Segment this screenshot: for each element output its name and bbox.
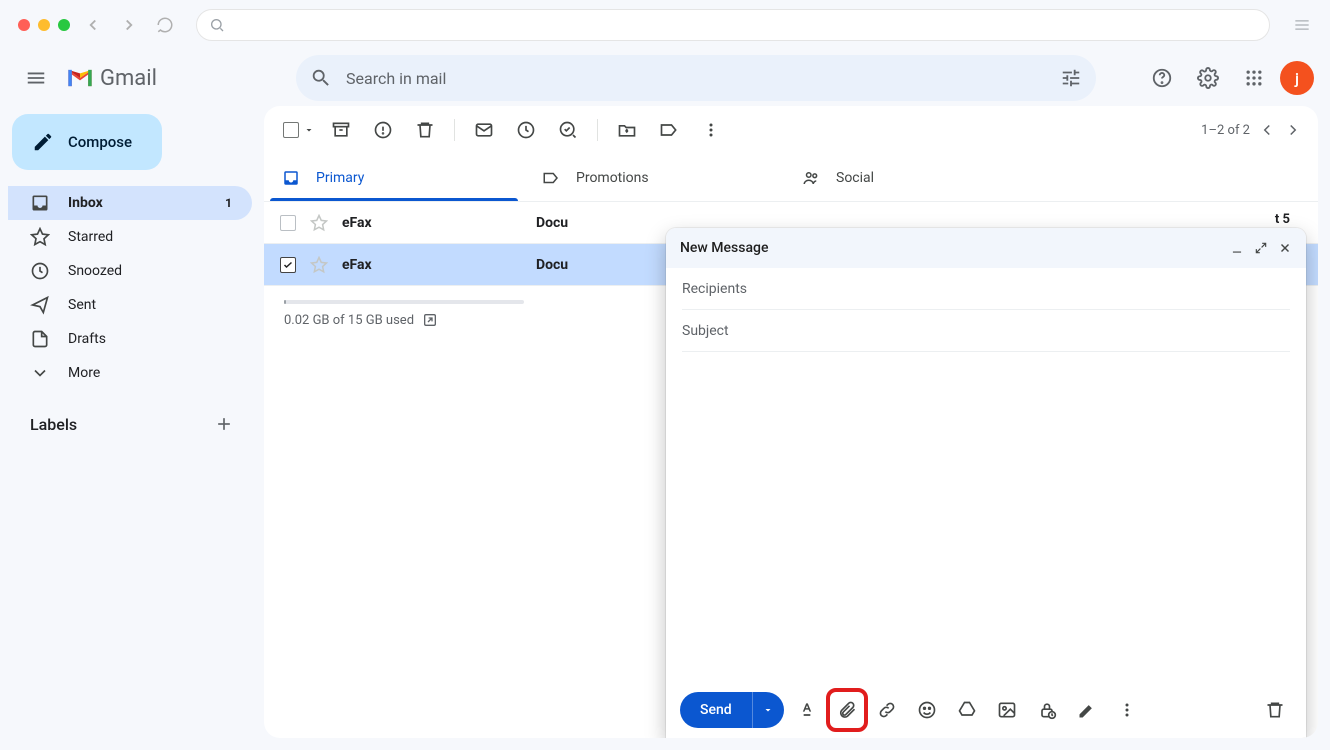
- address-bar[interactable]: [196, 9, 1270, 41]
- search-input[interactable]: Search in mail: [296, 55, 1096, 101]
- delete-button[interactable]: [406, 111, 444, 149]
- sidebar-item-drafts[interactable]: Drafts: [8, 322, 252, 356]
- prev-page-button[interactable]: [1258, 121, 1276, 139]
- forward-button[interactable]: [116, 16, 142, 34]
- main-menu-button[interactable]: [16, 58, 56, 98]
- compose-label: Compose: [68, 133, 132, 151]
- insert-drive-button[interactable]: [950, 693, 984, 727]
- storage-bar: [284, 300, 524, 304]
- insert-signature-button[interactable]: [1070, 693, 1104, 727]
- compose-button[interactable]: Compose: [12, 114, 162, 170]
- labels-button[interactable]: [650, 111, 688, 149]
- chevron-down-icon: [30, 363, 50, 383]
- compose-body[interactable]: [666, 352, 1306, 682]
- avatar[interactable]: j: [1280, 61, 1314, 95]
- confidential-mode-button[interactable]: [1030, 693, 1064, 727]
- star-icon[interactable]: [310, 214, 328, 232]
- logo[interactable]: Gmail: [66, 66, 286, 91]
- help-button[interactable]: [1142, 58, 1182, 98]
- search-icon: [310, 67, 332, 89]
- add-label-button[interactable]: [214, 414, 234, 434]
- gmail-logo-icon: [66, 67, 94, 89]
- mark-unread-button[interactable]: [465, 111, 503, 149]
- sidebar-item-inbox[interactable]: Inbox 1: [8, 186, 252, 220]
- more-actions-button[interactable]: [692, 111, 730, 149]
- send-options-button[interactable]: [752, 692, 784, 728]
- sidebar-item-starred[interactable]: Starred: [8, 220, 252, 254]
- sender: eFax: [342, 257, 522, 273]
- compose-window: New Message Recipients Subject Send: [666, 228, 1306, 738]
- fullscreen-icon[interactable]: [1254, 241, 1268, 255]
- send-icon: [30, 295, 50, 315]
- archive-button[interactable]: [322, 111, 360, 149]
- sidebar-item-sent[interactable]: Sent: [8, 288, 252, 322]
- subject-field[interactable]: Subject: [682, 310, 1290, 352]
- insert-link-button[interactable]: [870, 693, 904, 727]
- close-window-icon[interactable]: [18, 19, 30, 31]
- apps-button[interactable]: [1234, 58, 1274, 98]
- move-to-button[interactable]: [608, 111, 646, 149]
- inbox-icon: [30, 193, 50, 213]
- close-icon[interactable]: [1278, 241, 1292, 255]
- star-icon: [30, 227, 50, 247]
- inbox-icon: [282, 169, 300, 187]
- search-options-icon[interactable]: [1060, 67, 1082, 89]
- people-icon: [802, 169, 820, 187]
- labels-heading: Labels: [8, 390, 252, 434]
- discard-draft-button[interactable]: [1258, 693, 1292, 727]
- toolbar: 1–2 of 2: [264, 106, 1318, 154]
- app-header: Gmail Search in mail j: [0, 50, 1330, 106]
- app-name: Gmail: [100, 66, 157, 91]
- minimize-icon[interactable]: [1230, 241, 1244, 255]
- next-page-button[interactable]: [1284, 121, 1302, 139]
- clock-icon: [30, 261, 50, 281]
- settings-button[interactable]: [1188, 58, 1228, 98]
- page-range: 1–2 of 2: [1201, 123, 1250, 138]
- attach-file-button[interactable]: [830, 693, 864, 727]
- content-area: 1–2 of 2 Primary Promotions Social: [264, 106, 1318, 738]
- search-placeholder: Search in mail: [346, 69, 1046, 88]
- window-controls: [18, 19, 70, 31]
- pencil-icon: [32, 131, 54, 153]
- tab-primary[interactable]: Primary: [264, 154, 524, 201]
- insert-photo-button[interactable]: [990, 693, 1024, 727]
- send-button[interactable]: Send: [680, 692, 752, 728]
- report-spam-button[interactable]: [364, 111, 402, 149]
- row-checkbox[interactable]: [280, 257, 296, 273]
- category-tabs: Primary Promotions Social: [264, 154, 1318, 202]
- sidebar-item-snoozed[interactable]: Snoozed: [8, 254, 252, 288]
- compose-footer: Send: [666, 682, 1306, 738]
- recipients-field[interactable]: Recipients: [682, 268, 1290, 310]
- tag-icon: [542, 169, 560, 187]
- formatting-button[interactable]: [790, 693, 824, 727]
- tab-promotions[interactable]: Promotions: [524, 154, 784, 201]
- row-date-partial: t 5: [1275, 212, 1290, 227]
- sidebar: Compose Inbox 1 Starred Snoozed Sent: [0, 106, 260, 750]
- browser-menu-icon[interactable]: [1292, 15, 1312, 35]
- open-storage-icon[interactable]: [422, 312, 438, 328]
- reload-button[interactable]: [152, 16, 178, 34]
- snooze-button[interactable]: [507, 111, 545, 149]
- add-task-button[interactable]: [549, 111, 587, 149]
- minimize-window-icon[interactable]: [38, 19, 50, 31]
- tab-social[interactable]: Social: [784, 154, 1044, 201]
- compose-title: New Message: [680, 240, 1230, 256]
- maximize-window-icon[interactable]: [58, 19, 70, 31]
- browser-bar: [0, 0, 1330, 50]
- file-icon: [30, 329, 50, 349]
- sidebar-item-more[interactable]: More: [8, 356, 252, 390]
- star-icon[interactable]: [310, 256, 328, 274]
- sender: eFax: [342, 215, 522, 231]
- row-checkbox[interactable]: [280, 215, 296, 231]
- compose-header: New Message: [666, 228, 1306, 268]
- insert-emoji-button[interactable]: [910, 693, 944, 727]
- back-button[interactable]: [80, 16, 106, 34]
- more-options-button[interactable]: [1110, 693, 1144, 727]
- select-all-checkbox[interactable]: [280, 111, 318, 149]
